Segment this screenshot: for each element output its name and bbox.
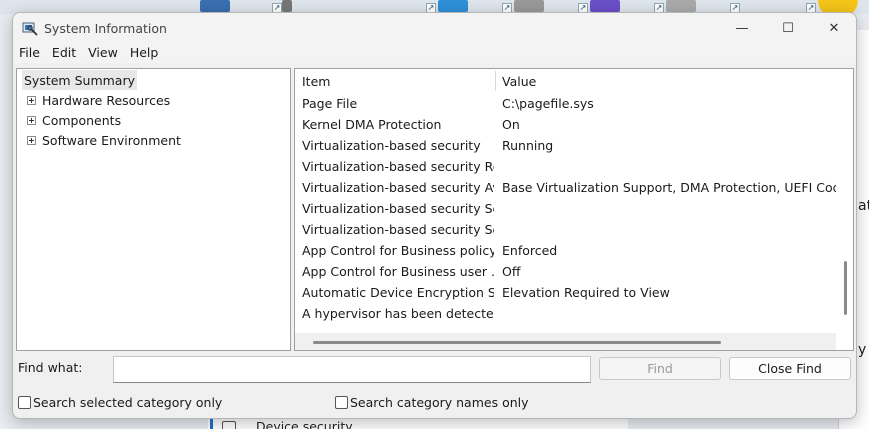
table-row[interactable]: Virtualization-based security Running [295,135,835,156]
tree-item-software-environment[interactable]: Software Environment [27,130,181,150]
table-row[interactable]: App Control for Business policy Enforced [295,240,835,261]
value-cell: Off [502,264,521,279]
tree-item-label: Components [42,112,122,128]
system-information-window: System Information — ☐ ✕ File Edit View … [12,12,857,419]
desktop-app-icon[interactable] [438,0,468,12]
menu-file[interactable]: File [13,43,46,63]
item-cell: Virtualization-based security Se... [302,201,494,216]
tree-item-label: Hardware Resources [42,92,171,108]
item-cell: A hypervisor has been detecte... [302,306,494,321]
menu-edit[interactable]: Edit [46,43,82,63]
item-cell: Virtualization-based security Re... [302,159,494,174]
details-list[interactable]: Item Value Page File C:\pagefile.sys Ker… [294,68,854,351]
list-header: Item Value [295,69,835,93]
table-row[interactable]: Kernel DMA Protection On [295,114,835,135]
desktop-app-icon[interactable] [514,0,544,12]
table-row[interactable]: Virtualization-based security Se... [295,198,835,219]
item-cell: App Control for Business user ... [302,264,494,279]
item-cell: Automatic Device Encryption Su... [302,285,494,300]
table-row[interactable]: Virtualization-based security Re... [295,156,835,177]
table-row[interactable]: App Control for Business user ... Off [295,261,835,282]
menu-bar: File Edit View Help [13,43,856,63]
search-category-names-label: Search category names only [350,395,529,410]
value-cell: Elevation Required to View [502,285,670,300]
value-cell: On [502,117,520,132]
column-header-value[interactable]: Value [502,74,536,89]
desktop-app-icon[interactable] [282,0,292,12]
expand-plus-icon[interactable] [27,95,36,105]
table-row[interactable]: Virtualization-based security Av... Base… [295,177,837,198]
table-row[interactable]: A hypervisor has been detecte... [295,303,835,324]
item-cell: Page File [302,96,358,111]
table-row[interactable]: Virtualization-based security Se... [295,219,835,240]
find-button[interactable]: Find [599,357,721,380]
table-row[interactable]: Automatic Device Encryption Su... Elevat… [295,282,835,303]
system-information-icon [22,22,38,36]
menu-help[interactable]: Help [124,43,165,63]
vertical-scrollbar-thumb[interactable] [844,261,847,315]
expand-plus-icon[interactable] [27,135,36,145]
close-icon: ✕ [828,20,840,36]
desktop-app-icon[interactable] [590,0,620,12]
minimize-icon: — [735,20,749,36]
column-separator[interactable] [495,71,496,91]
table-row[interactable]: Page File C:\pagefile.sys [295,93,835,114]
background-window-text: at [858,198,869,214]
maximize-icon: ☐ [782,20,794,36]
title-bar[interactable]: System Information — ☐ ✕ [13,13,856,43]
background-checkbox[interactable] [222,421,236,429]
tree-item-label: System Summary [24,72,135,88]
close-button[interactable]: ✕ [811,13,856,43]
column-header-item[interactable]: Item [302,74,330,89]
search-selected-category-checkbox[interactable] [18,396,31,409]
find-what-input[interactable] [113,356,591,383]
menu-view[interactable]: View [82,43,124,63]
tree-item-system-summary[interactable]: System Summary [22,70,137,90]
background-window-text: y [858,342,867,358]
item-cell: Virtualization-based security [302,138,481,153]
value-cell: C:\pagefile.sys [502,96,594,111]
vertical-scrollbar[interactable] [836,69,853,333]
search-selected-category-option[interactable]: Search selected category only [18,395,222,410]
background-item-label: Device security [256,419,353,429]
maximize-button[interactable]: ☐ [765,13,811,43]
expand-plus-icon[interactable] [27,115,36,125]
minimize-button[interactable]: — [719,13,765,43]
search-category-names-checkbox[interactable] [335,396,348,409]
tree-item-label: Software Environment [42,132,181,148]
find-what-label: Find what: [18,360,83,375]
search-selected-category-label: Search selected category only [33,395,223,410]
tree-item-components[interactable]: Components [27,110,121,130]
search-category-names-option[interactable]: Search category names only [335,395,529,410]
background-selection-bar [210,418,213,429]
item-cell: App Control for Business policy [302,243,494,258]
item-cell: Kernel DMA Protection [302,117,442,132]
desktop-app-icon[interactable] [200,0,230,12]
value-cell: Running [502,138,554,153]
tree-item-hardware-resources[interactable]: Hardware Resources [27,90,170,110]
item-cell: Virtualization-based security Se... [302,222,494,237]
window-title: System Information [44,21,167,36]
horizontal-scrollbar-thumb[interactable] [313,341,721,344]
value-cell: Enforced [502,243,558,258]
close-find-button[interactable]: Close Find [729,357,851,380]
item-cell: Virtualization-based security Av... [302,180,494,195]
value-cell: Base Virtualization Support, DMA Protect… [502,180,837,195]
category-tree[interactable]: System Summary Hardware Resources Compon… [16,68,291,351]
horizontal-scrollbar[interactable] [295,333,836,350]
desktop-app-icon[interactable] [666,0,696,12]
